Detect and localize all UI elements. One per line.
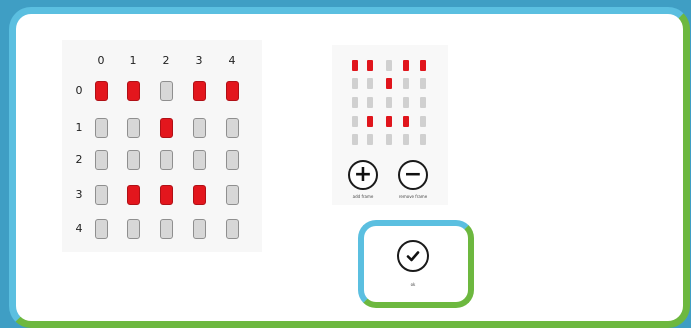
preview-cell bbox=[367, 97, 373, 108]
preview-cell bbox=[420, 78, 426, 89]
led-cell[interactable] bbox=[226, 118, 239, 138]
add-frame-label: add frame bbox=[352, 194, 374, 199]
led-cell[interactable] bbox=[127, 118, 140, 138]
led-cell[interactable] bbox=[160, 81, 173, 101]
led-cell[interactable] bbox=[95, 185, 108, 205]
led-cell[interactable] bbox=[127, 219, 140, 239]
preview-cell bbox=[403, 97, 409, 108]
ok-button[interactable] bbox=[397, 240, 429, 272]
preview-cell bbox=[403, 78, 409, 89]
preview-cell bbox=[352, 97, 358, 108]
preview-cell bbox=[420, 97, 426, 108]
row-label: 2 bbox=[75, 153, 83, 166]
led-cell[interactable] bbox=[160, 150, 173, 170]
preview-cell bbox=[386, 97, 392, 108]
preview-cell bbox=[386, 116, 392, 127]
plus-icon: + bbox=[353, 162, 373, 187]
led-cell[interactable] bbox=[193, 185, 206, 205]
led-cell[interactable] bbox=[193, 81, 206, 101]
led-cell[interactable] bbox=[127, 150, 140, 170]
preview-cell bbox=[386, 60, 392, 71]
preview-cell bbox=[403, 60, 409, 71]
led-cell[interactable] bbox=[160, 219, 173, 239]
row-label: 3 bbox=[75, 188, 83, 201]
minus-icon: − bbox=[403, 162, 423, 187]
led-cell[interactable] bbox=[193, 219, 206, 239]
preview-cell bbox=[403, 134, 409, 145]
led-cell[interactable] bbox=[193, 118, 206, 138]
ok-label: ok bbox=[410, 282, 416, 287]
column-label: 3 bbox=[195, 54, 203, 67]
row-label: 1 bbox=[75, 121, 83, 134]
led-cell[interactable] bbox=[95, 81, 108, 101]
preview-cell bbox=[367, 60, 373, 71]
preview-cell bbox=[420, 60, 426, 71]
led-cell[interactable] bbox=[95, 118, 108, 138]
row-label: 0 bbox=[75, 84, 83, 97]
led-cell[interactable] bbox=[193, 150, 206, 170]
checkmark-icon bbox=[406, 251, 420, 262]
column-label: 1 bbox=[129, 54, 137, 67]
column-label: 2 bbox=[162, 54, 170, 67]
led-cell[interactable] bbox=[160, 185, 173, 205]
preview-cell bbox=[367, 134, 373, 145]
column-label: 4 bbox=[228, 54, 236, 67]
column-label: 0 bbox=[97, 54, 105, 67]
led-cell[interactable] bbox=[127, 185, 140, 205]
preview-cell bbox=[403, 116, 409, 127]
led-cell[interactable] bbox=[160, 118, 173, 138]
led-cell[interactable] bbox=[127, 81, 140, 101]
preview-cell bbox=[386, 134, 392, 145]
remove-frame-label: remove frame bbox=[398, 194, 428, 199]
preview-cell bbox=[386, 78, 392, 89]
add-frame-button[interactable]: + bbox=[348, 160, 378, 190]
preview-cell bbox=[352, 60, 358, 71]
preview-cell bbox=[420, 116, 426, 127]
led-cell[interactable] bbox=[226, 185, 239, 205]
remove-frame-button[interactable]: − bbox=[398, 160, 428, 190]
preview-cell bbox=[352, 134, 358, 145]
preview-cell bbox=[352, 116, 358, 127]
led-cell[interactable] bbox=[95, 219, 108, 239]
led-cell[interactable] bbox=[226, 81, 239, 101]
row-label: 4 bbox=[75, 222, 83, 235]
led-cell[interactable] bbox=[226, 150, 239, 170]
led-cell[interactable] bbox=[226, 219, 239, 239]
preview-cell bbox=[420, 134, 426, 145]
preview-cell bbox=[352, 78, 358, 89]
preview-cell bbox=[367, 78, 373, 89]
preview-cell bbox=[367, 116, 373, 127]
led-cell[interactable] bbox=[95, 150, 108, 170]
